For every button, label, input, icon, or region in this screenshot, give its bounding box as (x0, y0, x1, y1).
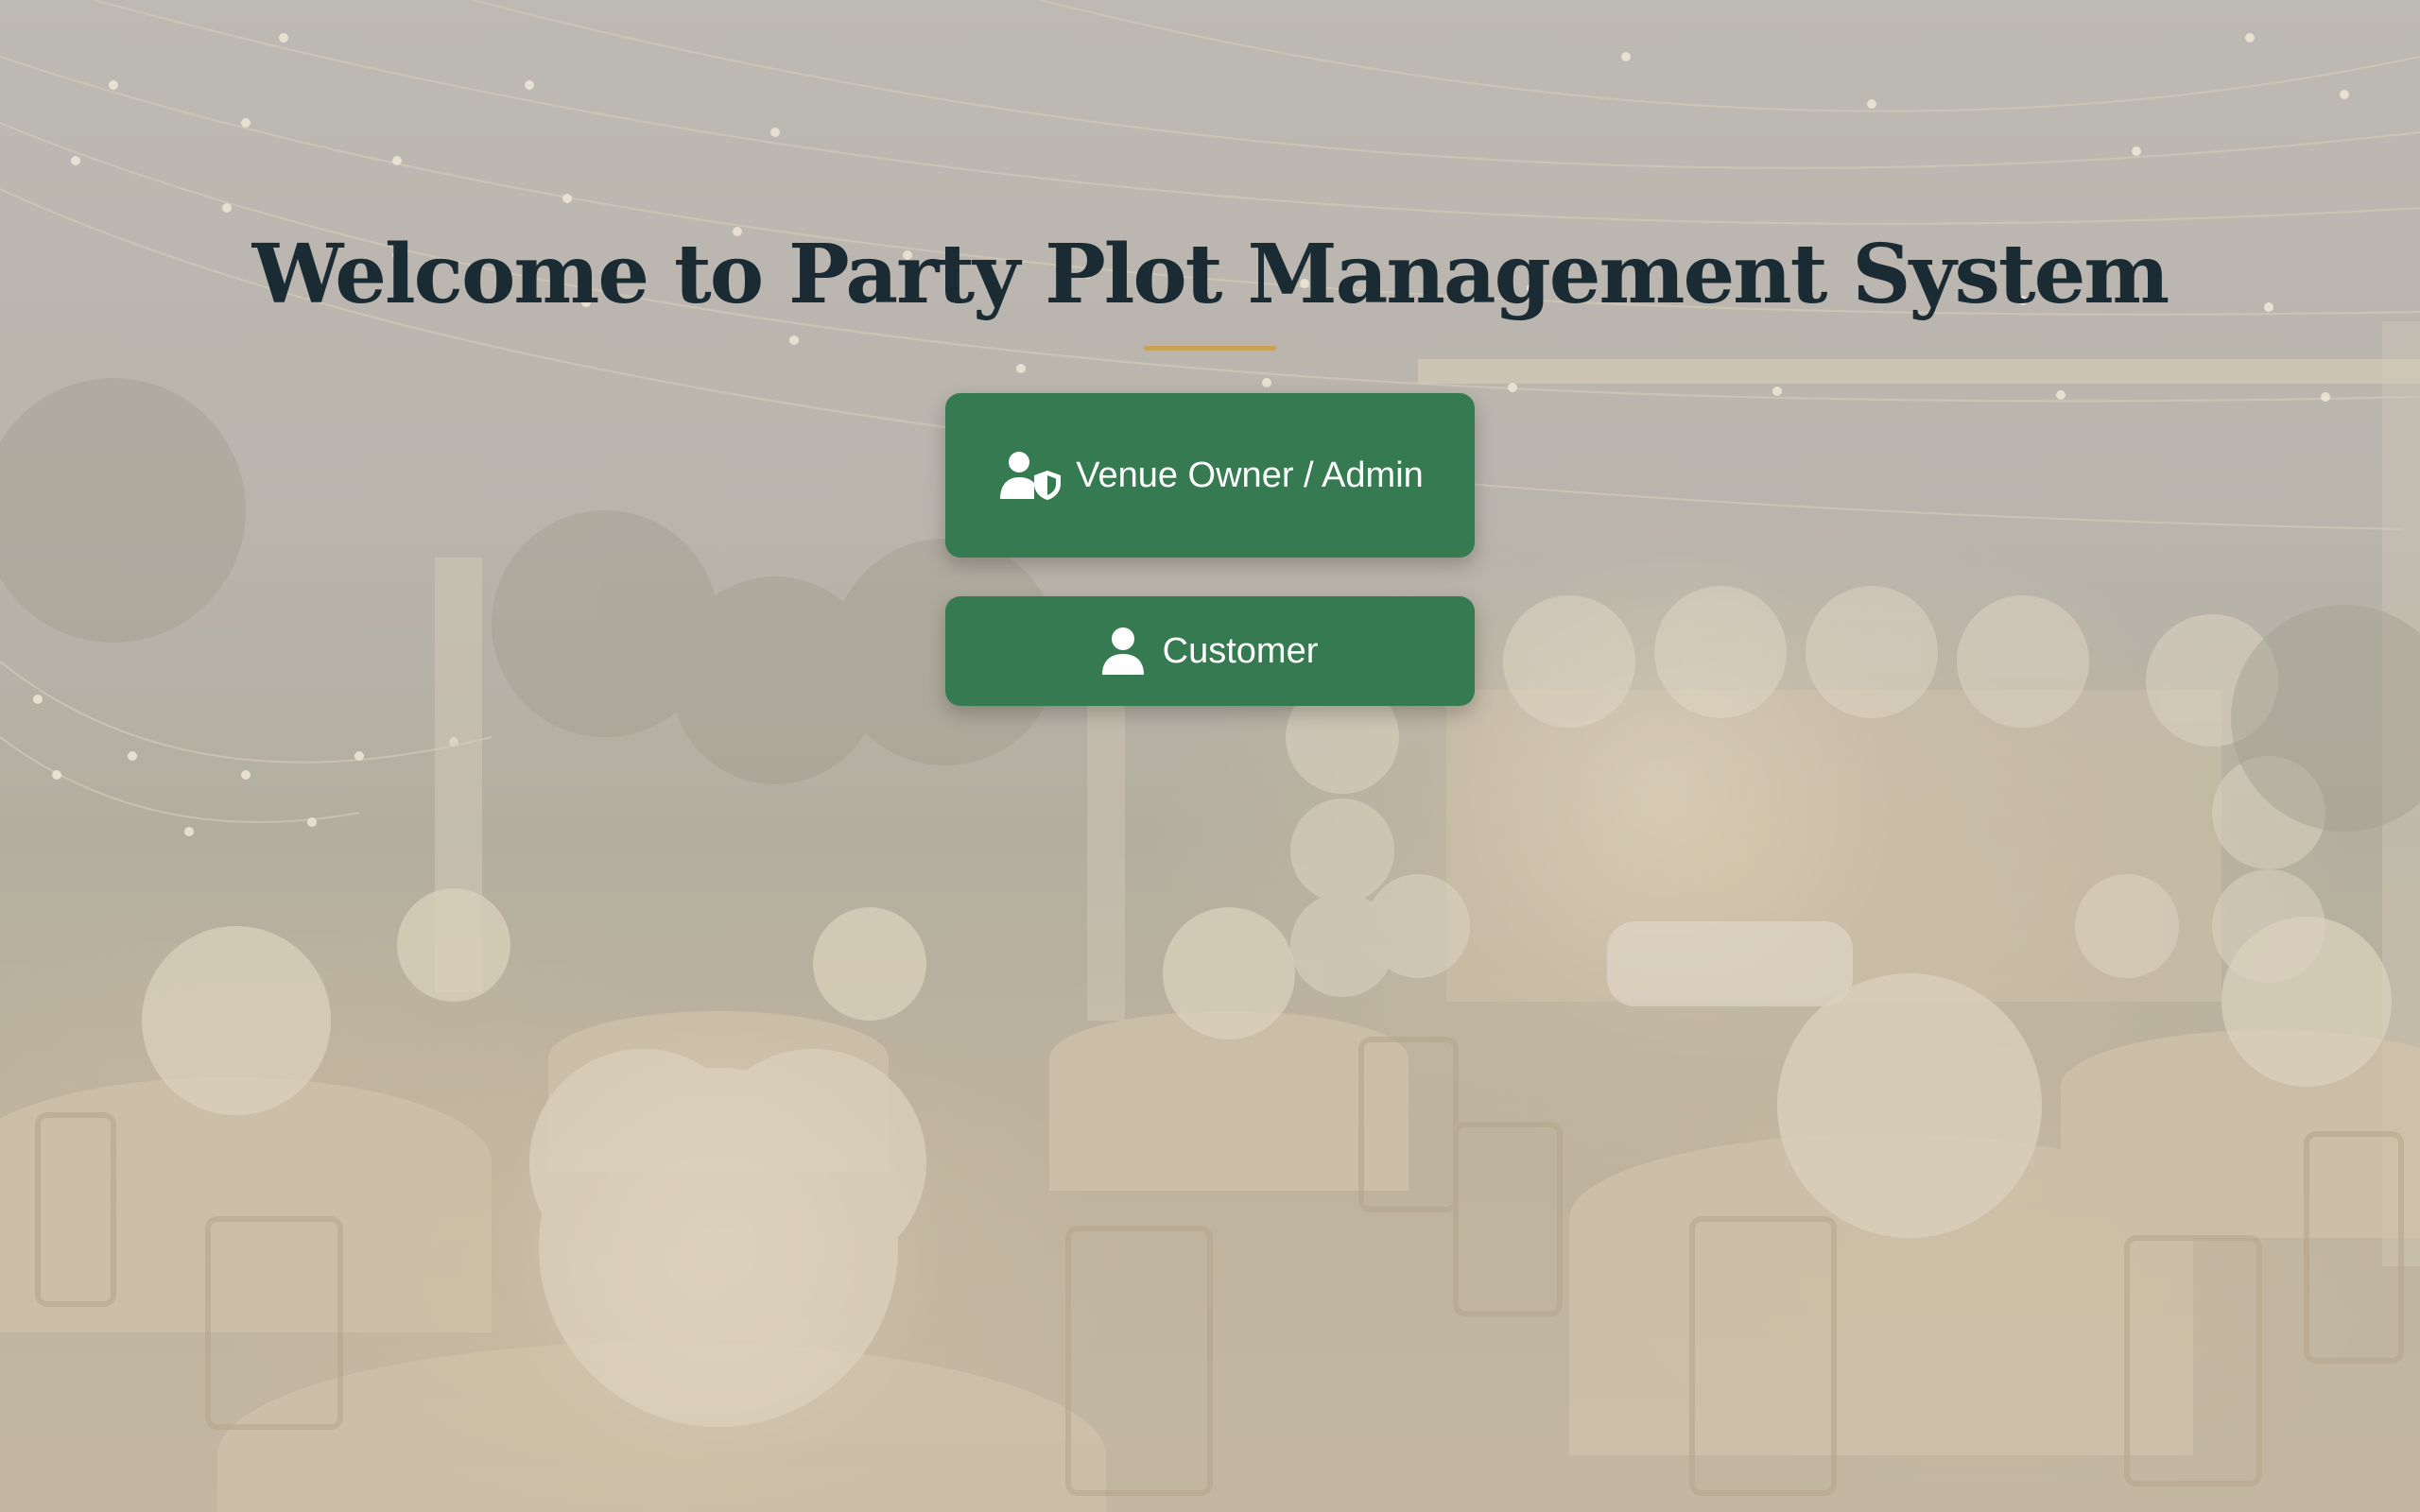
customer-button[interactable]: Customer (945, 596, 1475, 706)
user-shield-icon (1000, 450, 1063, 501)
page-title: Welcome to Party Plot Management System (251, 227, 2170, 322)
welcome-screen: Welcome to Party Plot Management System … (0, 0, 2420, 1512)
title-underline-divider (1144, 346, 1276, 351)
venue-owner-admin-label: Venue Owner / Admin (1076, 455, 1424, 495)
user-icon (1101, 627, 1144, 675)
venue-owner-admin-button[interactable]: Venue Owner / Admin (945, 393, 1475, 558)
customer-label: Customer (1162, 630, 1319, 671)
